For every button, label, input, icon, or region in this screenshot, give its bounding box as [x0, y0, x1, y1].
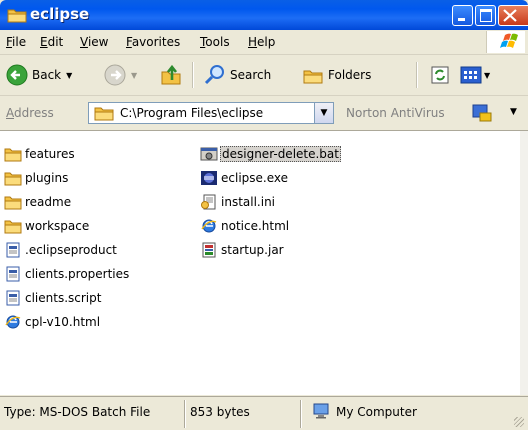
status-separator — [184, 400, 186, 428]
file-name: clients.properties — [25, 267, 130, 281]
file-icon — [4, 266, 22, 282]
address-bar: Address C:\Program Files\eclipse ▼ Norto… — [0, 96, 528, 131]
file-name: plugins — [25, 171, 69, 185]
chevron-down-icon[interactable]: ▼ — [66, 71, 72, 80]
file-name: eclipse.exe — [221, 171, 289, 185]
file-list-pane[interactable]: features plugins readme workspace .eclip… — [0, 131, 520, 395]
eclipse-app-icon — [200, 170, 218, 186]
window-title: eclipse — [30, 5, 90, 23]
list-item[interactable]: install.ini — [200, 193, 276, 211]
batch-file-icon — [200, 146, 218, 162]
menu-edit[interactable]: Edit — [40, 35, 63, 49]
vertical-scrollbar[interactable] — [520, 131, 528, 395]
toolbar: Back ▼ ▼ Search Folders ▼ — [0, 55, 528, 96]
search-button[interactable]: Search — [204, 63, 271, 87]
status-separator — [300, 400, 302, 428]
menu-favorites[interactable]: Favorites — [126, 35, 180, 49]
address-input[interactable]: C:\Program Files\eclipse ▼ — [88, 102, 334, 124]
file-icon — [4, 290, 22, 306]
list-item[interactable]: notice.html — [200, 217, 290, 235]
explorer-window: eclipse File Edit View Favorites Tools H… — [0, 0, 528, 430]
status-type: Type: MS-DOS Batch File — [4, 405, 151, 419]
list-item[interactable]: clients.properties — [4, 265, 130, 283]
up-folder-icon — [161, 64, 181, 85]
folder-icon — [4, 146, 22, 162]
folder-icon — [4, 170, 22, 186]
back-label: Back — [32, 68, 62, 82]
folder-icon — [4, 218, 22, 234]
windows-logo-icon — [486, 31, 525, 53]
search-label: Search — [230, 68, 272, 82]
file-name: notice.html — [221, 219, 290, 233]
menu-view[interactable]: View — [80, 35, 108, 49]
menu-help[interactable]: Help — [248, 35, 275, 49]
list-item-selected[interactable]: designer-delete.bat — [200, 145, 341, 163]
list-item[interactable]: clients.script — [4, 289, 102, 307]
file-name: startup.jar — [221, 243, 284, 257]
list-item[interactable]: startup.jar — [200, 241, 285, 259]
chevron-down-icon[interactable]: ▼ — [484, 71, 490, 80]
menu-bar: File Edit View Favorites Tools Help — [0, 30, 528, 55]
list-item[interactable]: cpl-v10.html — [4, 313, 101, 331]
back-arrow-icon — [6, 64, 28, 86]
search-icon — [204, 65, 224, 85]
status-location: My Computer — [336, 405, 417, 419]
title-bar[interactable]: eclipse — [0, 0, 528, 30]
list-item[interactable]: .eclipseproduct — [4, 241, 118, 259]
ie-html-icon — [4, 314, 22, 330]
file-icon — [4, 242, 22, 258]
views-button[interactable]: ▼ — [460, 63, 490, 87]
address-dropdown-button[interactable]: ▼ — [314, 103, 333, 123]
list-item[interactable]: plugins — [4, 169, 69, 187]
my-computer-icon — [312, 403, 330, 422]
folder-icon — [7, 7, 27, 26]
menu-file[interactable]: File — [6, 35, 26, 49]
norton-antivirus-label[interactable]: Norton AntiVirus — [346, 106, 445, 120]
folder-icon — [94, 105, 114, 124]
file-name: cpl-v10.html — [25, 315, 101, 329]
jar-file-icon — [200, 242, 218, 258]
status-size: 853 bytes — [190, 405, 250, 419]
toolbar-separator — [416, 62, 418, 88]
ini-file-icon — [200, 194, 218, 210]
file-name: features — [25, 147, 75, 161]
norton-icon[interactable] — [471, 103, 493, 126]
file-name: workspace — [25, 219, 90, 233]
file-name: readme — [25, 195, 72, 209]
folders-label: Folders — [328, 68, 372, 82]
status-bar: Type: MS-DOS Batch File 853 bytes My Com… — [0, 396, 528, 430]
chevron-down-icon[interactable]: ▼ — [131, 71, 137, 80]
toolbar-separator — [192, 62, 194, 88]
close-icon — [503, 9, 517, 22]
views-icon — [460, 66, 482, 84]
close-button[interactable] — [498, 5, 528, 26]
list-item[interactable]: readme — [4, 193, 72, 211]
forward-button[interactable]: ▼ — [104, 63, 137, 87]
chevron-down-icon[interactable]: ▼ — [510, 107, 517, 117]
folder-icon — [4, 194, 22, 210]
menu-tools[interactable]: Tools — [200, 35, 230, 49]
resize-grip[interactable] — [514, 417, 524, 427]
address-value: C:\Program Files\eclipse — [120, 106, 264, 120]
list-item[interactable]: workspace — [4, 217, 90, 235]
minimize-button[interactable] — [452, 5, 473, 26]
file-name: designer-delete.bat — [220, 146, 341, 162]
file-name: install.ini — [221, 195, 276, 209]
folders-button[interactable]: Folders — [302, 63, 371, 87]
up-folder-button[interactable] — [160, 63, 182, 87]
file-name: clients.script — [25, 291, 102, 305]
folders-icon — [303, 70, 323, 84]
address-label: Address — [6, 106, 54, 120]
sync-button[interactable] — [430, 63, 450, 87]
back-button[interactable]: Back ▼ — [6, 63, 72, 87]
file-name: .eclipseproduct — [25, 243, 117, 257]
list-item[interactable]: features — [4, 145, 76, 163]
sync-icon — [431, 66, 449, 84]
maximize-button[interactable] — [475, 5, 496, 26]
ie-html-icon — [200, 218, 218, 234]
forward-arrow-icon — [104, 64, 126, 86]
list-item[interactable]: eclipse.exe — [200, 169, 289, 187]
